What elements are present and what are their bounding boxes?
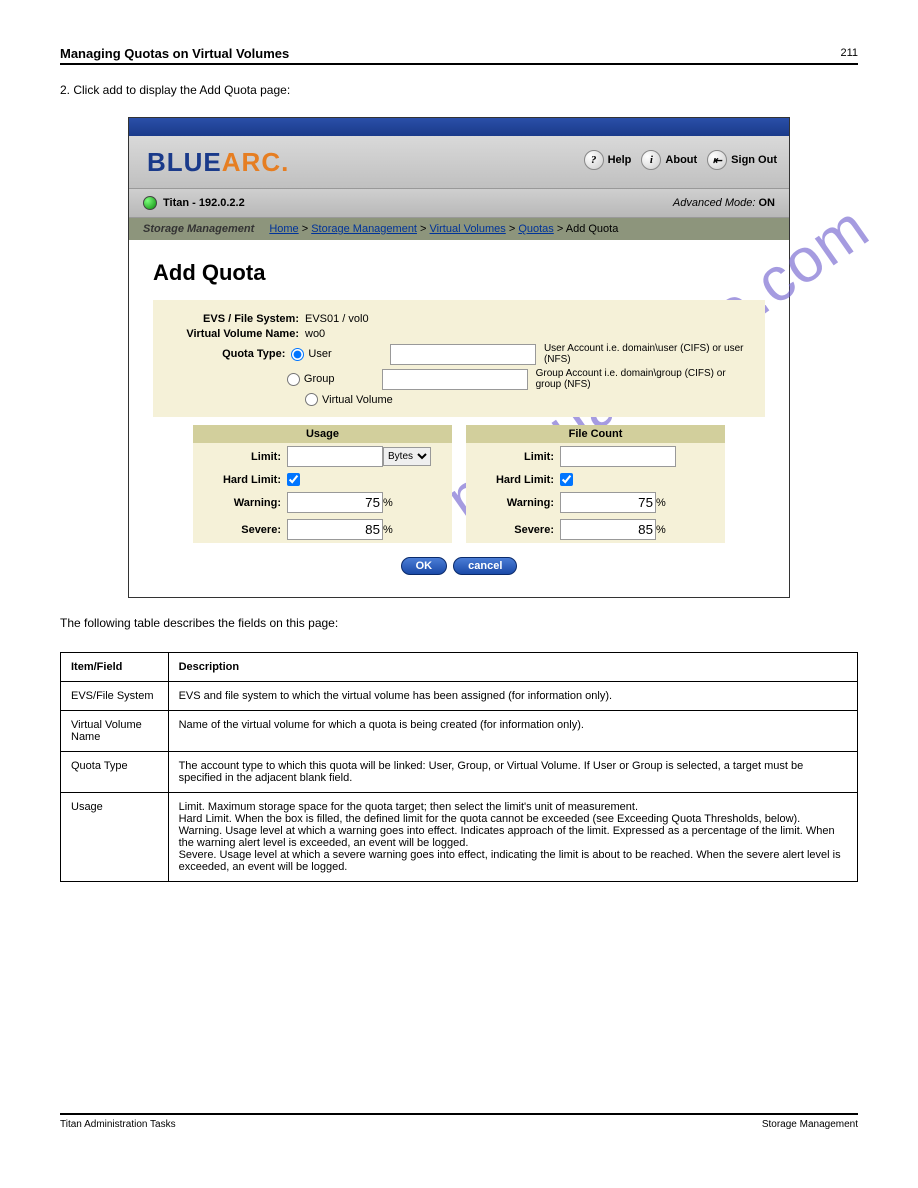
usage-limit-input[interactable] — [287, 446, 383, 467]
fc-severe-label: Severe: — [474, 524, 560, 536]
fc-hardlimit-checkbox[interactable] — [560, 473, 573, 486]
quota-type-group-radio[interactable] — [287, 373, 300, 386]
filecount-panel: File Count Limit: Hard Limit: Warning: %… — [466, 425, 725, 543]
logo-blue: BLUE — [147, 147, 222, 177]
title-stripe — [129, 118, 789, 136]
filecount-header: File Count — [466, 425, 725, 443]
table-caption: The following table describes the fields… — [60, 616, 858, 630]
logo-arc: ARC — [222, 147, 281, 177]
percent-sign: % — [656, 497, 666, 509]
percent-sign: % — [383, 524, 393, 536]
usage-warning-label: Warning: — [201, 497, 287, 509]
logo: BLUEARC. — [147, 147, 289, 178]
help-label: Help — [608, 154, 632, 166]
usage-severe-label: Severe: — [201, 524, 287, 536]
evs-value: EVS01 / vol0 — [305, 313, 369, 325]
fc-hardlimit-label: Hard Limit: — [474, 474, 560, 486]
footer-left: Titan Administration Tasks — [60, 1119, 176, 1130]
fc-warning-input[interactable] — [560, 492, 656, 513]
quota-type-vv-radio[interactable] — [305, 393, 318, 406]
field-description-table: Item/FieldDescription EVS/File SystemEVS… — [60, 652, 858, 882]
evs-label: EVS / File System: — [169, 313, 305, 325]
about-button[interactable]: i About — [641, 150, 697, 170]
group-hint: Group Account i.e. domain\group (CIFS) o… — [536, 368, 749, 390]
percent-sign: % — [383, 497, 393, 509]
about-label: About — [665, 154, 697, 166]
table-cell: EVS and file system to which the virtual… — [168, 682, 857, 711]
table-cell: Name of the virtual volume for which a q… — [168, 711, 857, 752]
quota-type-user-radio[interactable] — [291, 348, 304, 361]
usage-header: Usage — [193, 425, 452, 443]
adv-mode-value: ON — [759, 197, 776, 209]
vv-name-label: Virtual Volume Name: — [169, 328, 305, 340]
table-row: Quota Type — [61, 752, 169, 793]
app-screenshot: manualshive.com BLUEARC. ?Help iAbout ⇤S… — [128, 117, 790, 598]
table-row: Usage — [61, 793, 169, 882]
signout-icon: ⇤ — [707, 150, 727, 170]
ok-button[interactable]: OK — [401, 557, 448, 575]
breadcrumb-quotas[interactable]: Quotas — [518, 223, 553, 235]
user-hint: User Account i.e. domain\user (CIFS) or … — [544, 343, 749, 365]
fc-warning-label: Warning: — [474, 497, 560, 509]
fc-severe-input[interactable] — [560, 519, 656, 540]
usage-warning-input[interactable] — [287, 492, 383, 513]
form-area: EVS / File System: EVS01 / vol0 Virtual … — [153, 300, 765, 417]
logo-dot: . — [281, 147, 289, 177]
table-cell: Limit. Maximum storage space for the quo… — [168, 793, 857, 882]
status-bar: Titan - 192.0.2.2 Advanced Mode: ON — [129, 188, 789, 218]
breadcrumb-current: Add Quota — [566, 223, 619, 235]
percent-sign: % — [656, 524, 666, 536]
signout-label: Sign Out — [731, 154, 777, 166]
header-rule — [60, 63, 858, 65]
footer-rule — [60, 1113, 858, 1115]
usage-limit-label: Limit: — [201, 451, 287, 463]
signout-button[interactable]: ⇤ Sign Out — [707, 150, 777, 170]
help-icon: ? — [584, 150, 604, 170]
breadcrumb-section: Storage Management — [143, 223, 254, 235]
help-button[interactable]: ? Help — [584, 150, 632, 170]
usage-unit-select[interactable]: Bytes — [383, 447, 431, 466]
footer-right: Storage Management — [762, 1119, 858, 1130]
group-radio-label: Group — [304, 373, 335, 385]
table-row: Virtual Volume Name — [61, 711, 169, 752]
breadcrumb: Storage Management Home > Storage Manage… — [129, 218, 789, 240]
top-toolbar: BLUEARC. ? Help i About ⇤ Sign Out — [129, 136, 789, 188]
fc-limit-label: Limit: — [474, 451, 560, 463]
status-host: Titan - 192.0.2.2 — [163, 197, 245, 209]
cancel-button[interactable]: cancel — [453, 557, 517, 575]
status-led-icon — [143, 196, 157, 210]
page-title: Add Quota — [153, 260, 765, 286]
col-desc: Description — [168, 653, 857, 682]
usage-hardlimit-checkbox[interactable] — [287, 473, 300, 486]
fc-limit-input[interactable] — [560, 446, 676, 467]
info-icon: i — [641, 150, 661, 170]
adv-mode-label: Advanced Mode: — [673, 197, 756, 209]
user-account-input[interactable] — [390, 344, 536, 365]
usage-panel: Usage Limit: Bytes Hard Limit: Warning: … — [193, 425, 452, 543]
step-instruction: 2. Click add to display the Add Quota pa… — [60, 83, 858, 97]
table-cell: The account type to which this quota wil… — [168, 752, 857, 793]
breadcrumb-storage[interactable]: Storage Management — [311, 223, 417, 235]
table-row: EVS/File System — [61, 682, 169, 711]
vv-radio-label: Virtual Volume — [322, 394, 393, 406]
vv-name-value: wo0 — [305, 328, 325, 340]
user-radio-label: User — [308, 348, 331, 360]
usage-hardlimit-label: Hard Limit: — [201, 474, 287, 486]
breadcrumb-home[interactable]: Home — [269, 223, 298, 235]
breadcrumb-virtual-volumes[interactable]: Virtual Volumes — [430, 223, 506, 235]
group-account-input[interactable] — [382, 369, 528, 390]
usage-severe-input[interactable] — [287, 519, 383, 540]
quota-type-label: Quota Type: — [169, 348, 291, 360]
col-item: Item/Field — [61, 653, 169, 682]
